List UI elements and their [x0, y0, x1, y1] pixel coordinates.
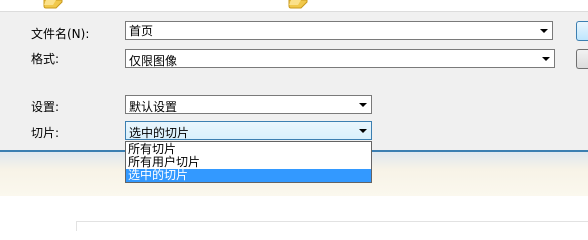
- format-value: 仅限图像: [129, 54, 178, 68]
- slices-select[interactable]: 选中的切片: [125, 121, 372, 140]
- settings-select[interactable]: 默认设置: [125, 95, 372, 114]
- chevron-down-icon[interactable]: [542, 57, 550, 61]
- slices-value: 选中的切片: [129, 126, 190, 140]
- cancel-button[interactable]: [576, 49, 588, 69]
- chevron-down-icon[interactable]: [359, 103, 367, 107]
- save-dialog: 文件名(N): 格式: 仅限图像 设置: 默认设置 切片: 选中的切片: [0, 0, 588, 150]
- filename-input[interactable]: [126, 22, 534, 39]
- settings-label: 设置:: [31, 100, 60, 114]
- settings-value: 默认设置: [129, 100, 178, 114]
- folder-icon[interactable]: [287, 0, 309, 9]
- format-select[interactable]: 仅限图像: [125, 49, 555, 68]
- format-label: 格式:: [31, 52, 60, 66]
- chevron-down-icon[interactable]: [359, 129, 367, 133]
- chevron-down-icon[interactable]: [540, 29, 548, 33]
- slices-label: 切片:: [31, 126, 60, 140]
- filename-combobox[interactable]: [125, 21, 553, 40]
- slices-dropdown-list[interactable]: 所有切片 所有用户切片 选中的切片: [125, 141, 372, 183]
- slices-option-selected[interactable]: 选中的切片: [126, 169, 371, 182]
- filename-label: 文件名(N):: [31, 27, 90, 41]
- save-button[interactable]: [576, 21, 588, 41]
- bottom-pane: [76, 221, 588, 231]
- folder-icon[interactable]: [42, 0, 64, 9]
- file-view-strip: [0, 0, 588, 12]
